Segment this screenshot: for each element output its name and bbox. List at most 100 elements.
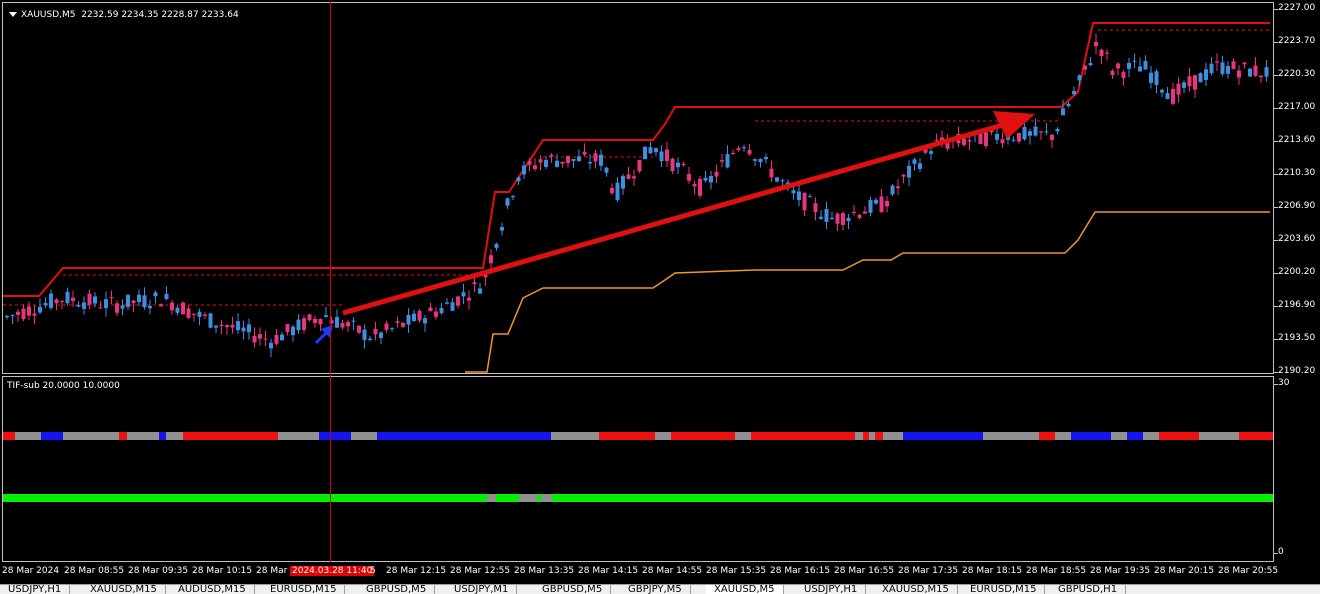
candle-body — [797, 191, 801, 200]
time-label: 28 Mar 14:15 — [578, 566, 639, 576]
indicator-segment — [1159, 432, 1199, 440]
candle-body — [401, 322, 405, 327]
candle-body — [1000, 139, 1005, 144]
candle-body — [1050, 134, 1054, 141]
indicator-segment — [15, 432, 41, 440]
candle-body — [995, 133, 999, 140]
indicator-segment — [903, 432, 983, 440]
candle-body — [478, 288, 482, 294]
candle-body — [258, 334, 262, 339]
candle-body — [428, 307, 433, 312]
candle-body — [830, 217, 834, 219]
candle-body — [934, 139, 939, 141]
time-axis[interactable]: 28 Mar 2024 28 Mar 08:55 28 Mar 09:35 28 Ma… — [0, 562, 1320, 584]
candle-body — [753, 159, 757, 161]
time-label: 28 Mar 2024 — [2, 566, 60, 576]
candle-body — [1149, 72, 1153, 83]
candle-body — [82, 302, 86, 309]
candle-body — [1242, 62, 1247, 65]
candle-body — [621, 176, 625, 189]
candle-body — [1198, 73, 1203, 83]
indicator-segment — [875, 432, 883, 440]
candle-body — [632, 176, 636, 179]
price-scale[interactable]: 2227.00 2223.70 2220.30 2217.00 2213.60 2210.… — [1274, 0, 1320, 376]
indicator-segment — [869, 432, 875, 440]
candle-body — [709, 176, 713, 183]
dropdown-triangle-icon[interactable] — [9, 12, 17, 17]
lower-band-line — [465, 211, 1270, 373]
candle-body — [269, 342, 273, 349]
candle-body — [665, 149, 669, 162]
indicator-subwindow[interactable]: TIF-sub 20.0000 10.0000 — [2, 376, 1274, 562]
candle-body — [566, 155, 570, 164]
candle-body — [522, 165, 526, 175]
time-label: 5 — [370, 566, 376, 576]
candle-body — [769, 168, 774, 178]
candle-body — [885, 200, 889, 207]
candle-body — [500, 227, 504, 231]
indicator-segment — [3, 432, 15, 440]
candle-body — [703, 177, 708, 181]
candle-body — [1253, 65, 1258, 76]
main-chart-pane[interactable]: XAUUSD,M5 2232.59 2234.35 2228.87 2233.6… — [2, 2, 1274, 374]
indicator-segment — [41, 432, 63, 440]
candle-body — [852, 211, 856, 213]
candle-body — [835, 213, 840, 224]
time-label: 28 Mar 20:55 — [1218, 566, 1279, 576]
candle-body — [351, 320, 356, 322]
candle-body — [577, 156, 581, 162]
candle-body — [1248, 68, 1252, 77]
candle-body — [395, 321, 400, 323]
candle-body — [637, 159, 642, 172]
candle-body — [192, 313, 196, 315]
crosshair-vertical-line — [330, 2, 331, 562]
candle-body — [296, 319, 301, 331]
indicator-segment — [1199, 432, 1239, 440]
indicator-segment — [319, 432, 351, 440]
price-chart-canvas[interactable] — [3, 3, 1273, 373]
candle-body — [263, 338, 268, 340]
symbol-label: XAUUSD,M5 — [21, 10, 76, 20]
indicator-segment — [599, 432, 655, 440]
candle-body — [49, 293, 53, 308]
indicator-segment — [183, 432, 278, 440]
time-label: 28 Mar — [256, 566, 288, 576]
indicator-segment — [1143, 432, 1159, 440]
price-label: 2220.30 — [1278, 69, 1316, 79]
time-label: 28 Mar 17:35 — [898, 566, 959, 576]
indicator-segment — [751, 432, 855, 440]
indicator-canvas[interactable] — [3, 377, 1273, 561]
price-label: 2210.30 — [1278, 168, 1316, 178]
candle-body — [1176, 83, 1181, 95]
candle-body — [1138, 66, 1142, 72]
candle-body — [670, 158, 675, 172]
candle-body — [918, 163, 922, 169]
candle-body — [780, 180, 785, 182]
time-label: 28 Mar 18:15 — [962, 566, 1023, 576]
candle-body — [43, 303, 48, 306]
candle-body — [93, 296, 97, 304]
candle-body — [511, 196, 515, 198]
candle-body — [60, 300, 64, 302]
candle-body — [1011, 139, 1016, 141]
candle-body — [164, 293, 169, 300]
candle-body — [142, 295, 147, 308]
candle-body — [1088, 63, 1093, 66]
indicator-segment — [863, 432, 869, 440]
candle-body — [98, 307, 103, 309]
candle-body — [841, 213, 845, 225]
candle-body — [340, 322, 345, 328]
indicator-segment — [519, 494, 537, 502]
candle-body — [1033, 126, 1038, 136]
indicator-segment — [1127, 432, 1143, 440]
price-label: 2200.20 — [1278, 267, 1316, 277]
candle-body — [610, 187, 614, 194]
candle-body — [588, 161, 592, 164]
candle-body — [698, 178, 702, 196]
time-label: 28 Mar 19:35 — [1090, 566, 1151, 576]
candle-body — [813, 203, 818, 213]
indicator-segment — [552, 494, 1273, 502]
price-label: 2193.50 — [1278, 333, 1316, 343]
candle-body — [615, 182, 620, 200]
candle-body — [907, 165, 911, 178]
